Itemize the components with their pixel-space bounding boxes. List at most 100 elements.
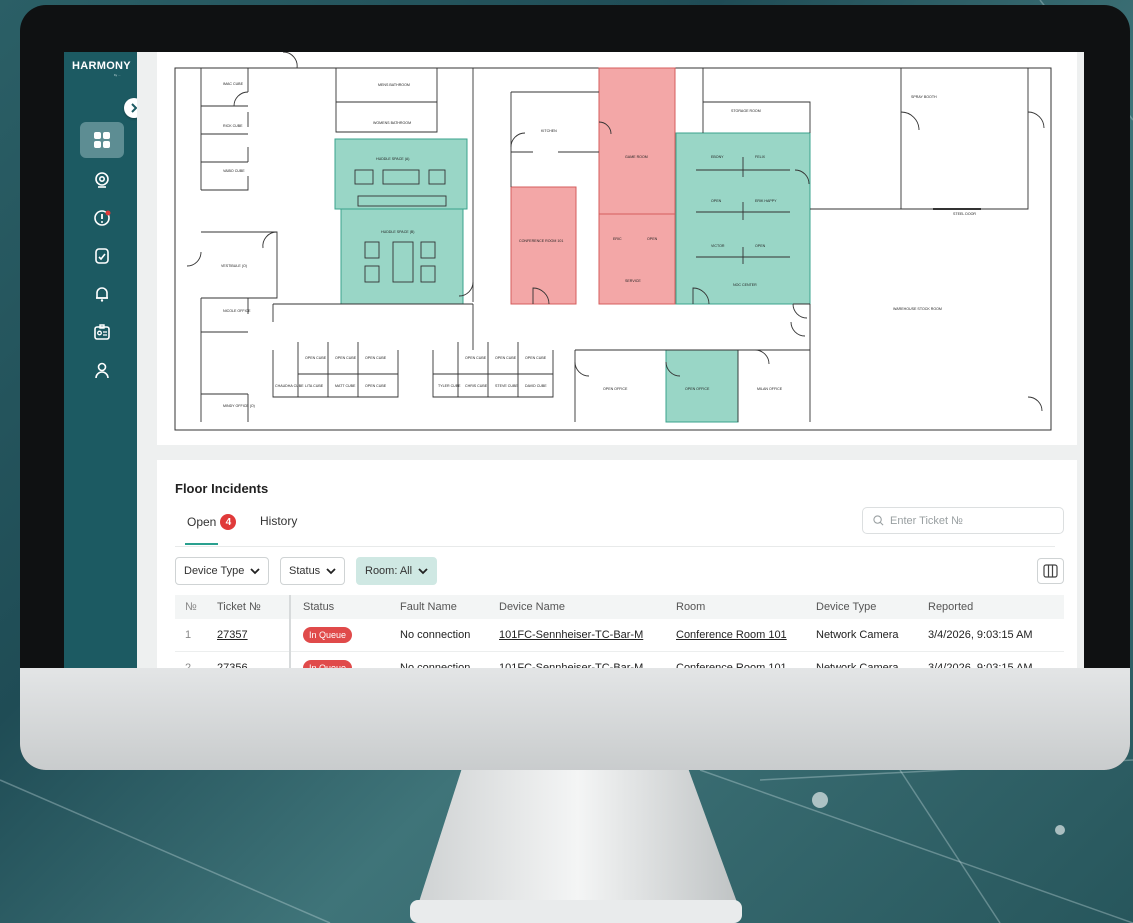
ticket-link[interactable]: 27356 [205, 651, 290, 668]
cube-label: OPEN CUBE [525, 356, 547, 360]
room-label: ERIC [613, 237, 622, 241]
app-screen: HARMONY by ... IMAC CUBE MENS BATHROOM W… [64, 52, 1084, 668]
col-header[interactable]: Device Name [487, 595, 664, 619]
cube-label: DAVID CUBE [525, 384, 547, 388]
nav-dashboard[interactable] [80, 122, 124, 158]
room-label: OPEN [647, 237, 658, 241]
column-settings-button[interactable] [1037, 558, 1064, 584]
room-eric-open[interactable] [598, 213, 676, 305]
room-game[interactable] [598, 67, 676, 215]
app-logo: HARMONY [72, 60, 131, 72]
room-link[interactable]: Conference Room 101 [664, 651, 804, 668]
bell-icon [96, 287, 108, 302]
room-label: HUDDLE SPACE (B) [381, 230, 414, 234]
room-open-office-mid[interactable] [665, 349, 739, 423]
nav-notifications[interactable] [80, 276, 124, 312]
tab-history[interactable]: History [260, 514, 297, 528]
status-badge: In Queue [303, 660, 353, 668]
room-label: CONFERENCE ROOM 101 [519, 239, 563, 243]
room-label: IMAC CUBE [223, 82, 244, 86]
room-label: GAME ROOM [625, 155, 648, 159]
room-label: SERVICE [625, 279, 641, 283]
room-label: OPEN [755, 244, 766, 248]
cube-label: OPEN CUBE [335, 356, 357, 360]
device-type-filter[interactable]: Device Type [175, 557, 270, 585]
user-icon [95, 362, 109, 379]
col-header[interactable]: Status [289, 595, 388, 619]
col-header[interactable]: Device Type [804, 595, 916, 619]
row-number: 2 [175, 651, 205, 668]
room-label: OPEN OFFICE [603, 387, 628, 391]
nav-access[interactable] [80, 314, 124, 350]
device-type: Network Camera [804, 651, 916, 668]
room-label: MINDY OFFICE (O) [223, 404, 255, 408]
room-label: OPEN [711, 199, 722, 203]
col-header[interactable]: Room [664, 595, 804, 619]
status-filter[interactable]: Status [280, 557, 346, 585]
floor-plan-card: IMAC CUBE MENS BATHROOM WOMENS BATHROOM … [157, 52, 1077, 445]
room-label: WOMENS BATHROOM [373, 121, 411, 125]
room-label: STORAGE ROOM [731, 109, 761, 113]
floor-incidents-card: Floor Incidents Open 4 History Enter Tic… [157, 460, 1077, 668]
filter-label: Device Type [184, 565, 245, 577]
room-label: HUDDLE SPACE (A) [376, 157, 409, 161]
table-row[interactable]: 2 27356 In Queue No connection 101FC-Sen… [175, 651, 1064, 668]
room-label: KITCHEN [541, 129, 557, 133]
room-link[interactable]: Conference Room 101 [664, 619, 804, 652]
ticket-search-input[interactable]: Enter Ticket № [862, 507, 1064, 534]
cube-label: OPEN CUBE [365, 356, 387, 360]
nav-reports[interactable] [80, 238, 124, 274]
incidents-table: № Ticket № Status Fault Name Device Name… [175, 595, 1064, 668]
room-label: FELIX [755, 155, 766, 159]
filter-label: Status [289, 565, 321, 577]
device-link[interactable]: 101FC-Sennheiser-TC-Bar-M [487, 651, 664, 668]
room-label: VAIBO CUBE [223, 169, 245, 173]
ticket-link[interactable]: 27357 [205, 619, 290, 652]
room-huddle-b[interactable] [340, 208, 464, 305]
device-type: Network Camera [804, 619, 916, 652]
dashboard-grid-icon [94, 132, 110, 148]
col-header[interactable]: Reported [916, 595, 1064, 619]
search-icon [873, 515, 884, 526]
cube-label: OPEN CUBE [465, 356, 487, 360]
room-label: RICK CUBE [223, 124, 243, 128]
main-content: IMAC CUBE MENS BATHROOM WOMENS BATHROOM … [137, 52, 1084, 668]
monitor-chin [20, 668, 1130, 770]
room-label: NOC CENTER [733, 283, 757, 287]
open-count-badge: 4 [220, 514, 237, 530]
room-label: EBONY [711, 155, 724, 159]
cube-label: STEVE CUBE [495, 384, 518, 388]
logo-subtitle: by ... [114, 73, 121, 77]
device-link[interactable]: 101FC-Sennheiser-TC-Bar-M [487, 619, 664, 652]
tab-divider [175, 546, 1055, 547]
incidents-title: Floor Incidents [175, 481, 269, 496]
col-header[interactable]: № [175, 595, 205, 619]
camera-icon [95, 172, 109, 188]
table-row[interactable]: 1 27357 In Queue No connection 101FC-Sen… [175, 619, 1064, 652]
col-header[interactable]: Ticket № [205, 595, 290, 619]
tab-history-label: History [260, 514, 298, 528]
reported-time: 3/4/2026, 9:03:15 AM [916, 619, 1064, 652]
room-conference-101[interactable] [510, 186, 577, 305]
tab-open-label: Open [187, 515, 217, 529]
nav-cameras[interactable] [80, 162, 124, 198]
cube-label: OPEN CUBE [305, 356, 327, 360]
floor-plan[interactable]: IMAC CUBE MENS BATHROOM WOMENS BATHROOM … [173, 52, 1053, 434]
room-label: STEEL DOOR [953, 212, 976, 216]
cube-label: TYLER CUBE [438, 384, 461, 388]
cube-label: OPEN CUBE [495, 356, 517, 360]
chevron-down-icon [326, 567, 336, 574]
chevron-down-icon [250, 567, 260, 574]
tab-open[interactable]: Open 4 [187, 514, 237, 530]
room-filter[interactable]: Room: All [356, 557, 438, 585]
nav-users[interactable] [80, 352, 124, 388]
nav-alerts[interactable] [80, 200, 124, 236]
room-label: ERIK HAPPY [755, 199, 777, 203]
table-header-row: № Ticket № Status Fault Name Device Name… [175, 595, 1064, 619]
room-label: WAREHOUSE STOCK ROOM [893, 307, 942, 311]
chevron-down-icon [418, 567, 428, 574]
sidebar: HARMONY by ... [64, 52, 144, 668]
col-header[interactable]: Fault Name [388, 595, 487, 619]
room-label: OPEN OFFICE [685, 387, 710, 391]
reported-time: 3/4/2026, 9:03:15 AM [916, 651, 1064, 668]
